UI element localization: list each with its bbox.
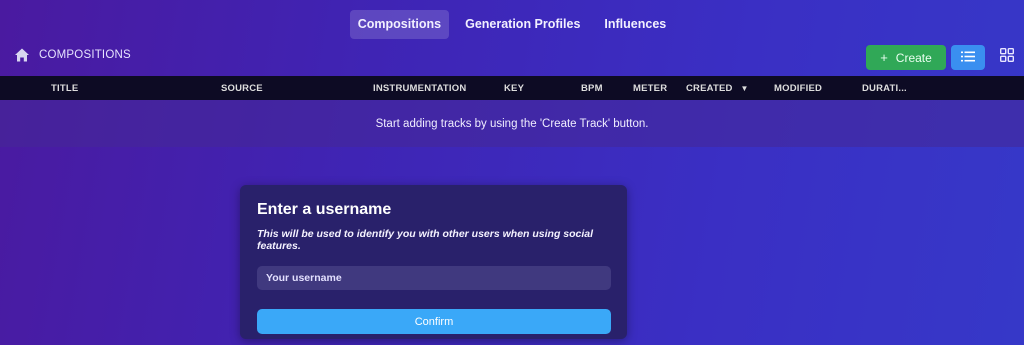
sort-desc-icon: ▼	[740, 83, 749, 93]
column-header-created-label: CREATED	[686, 82, 733, 94]
column-header-created[interactable]: CREATED ▼	[686, 83, 749, 94]
toolbar-actions: + Create	[866, 45, 1024, 70]
breadcrumb: COMPOSITIONS	[14, 47, 131, 63]
column-header-key[interactable]: KEY	[504, 83, 524, 94]
column-header-modified[interactable]: MODIFIED	[774, 83, 822, 94]
tab-compositions[interactable]: Compositions	[349, 10, 450, 39]
breadcrumb-label: COMPOSITIONS	[39, 49, 131, 61]
column-header-bpm[interactable]: BPM	[581, 83, 603, 94]
column-header-instrumentation[interactable]: INSTRUMENTATION	[373, 83, 466, 94]
home-icon[interactable]	[14, 47, 30, 63]
list-icon	[961, 49, 975, 67]
dialog-title: Enter a username	[257, 201, 392, 218]
column-header-source[interactable]: SOURCE	[221, 83, 263, 94]
top-nav: Compositions Generation Profiles Influen…	[0, 10, 1024, 39]
table-header: TITLE SOURCE INSTRUMENTATION KEY BPM MET…	[0, 76, 1024, 100]
grid-view-button[interactable]	[990, 45, 1024, 70]
username-input[interactable]	[257, 266, 611, 290]
empty-table-message: Start adding tracks by using the 'Create…	[0, 100, 1024, 147]
tab-generation-profiles[interactable]: Generation Profiles	[457, 10, 588, 39]
column-header-duration[interactable]: DURATI...	[862, 83, 907, 94]
column-header-title[interactable]: TITLE	[51, 83, 78, 94]
dialog-description: This will be used to identify you with o…	[257, 228, 594, 252]
create-button[interactable]: + Create	[866, 45, 946, 70]
grid-icon	[999, 47, 1015, 67]
column-header-meter[interactable]: METER	[633, 83, 667, 94]
tab-influences[interactable]: Influences	[596, 10, 674, 39]
username-dialog: Enter a username This will be used to id…	[240, 185, 627, 339]
list-view-button[interactable]	[951, 45, 985, 70]
plus-icon: +	[880, 50, 888, 65]
confirm-button[interactable]: Confirm	[257, 309, 611, 334]
create-button-label: Create	[895, 50, 932, 65]
